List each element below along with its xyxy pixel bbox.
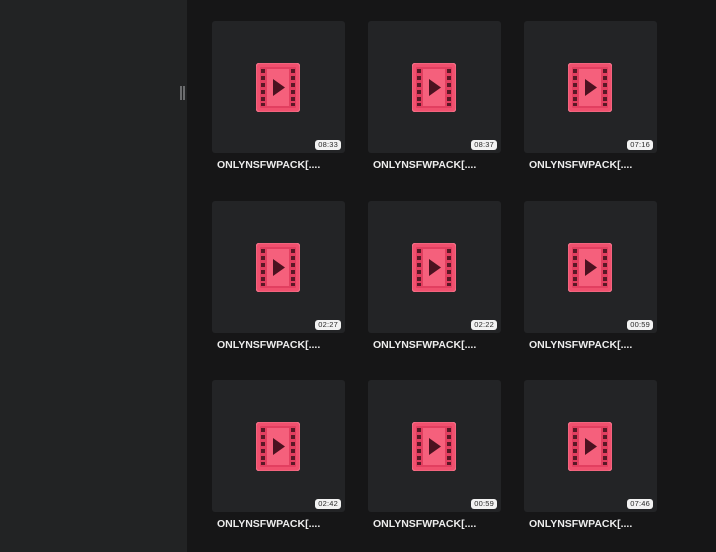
video-file-icon [568, 422, 612, 471]
video-file-icon [412, 422, 456, 471]
duration-badge: 08:33 [315, 140, 341, 150]
video-file-title[interactable]: ONLYNSFWPACK[.... [212, 159, 345, 171]
video-file-title[interactable]: ONLYNSFWPACK[.... [524, 339, 657, 351]
video-file-card[interactable]: 02:22 ONLYNSFWPACK[.... [368, 200, 501, 381]
video-thumbnail[interactable]: 00:59 [524, 200, 657, 333]
video-file-icon [412, 242, 456, 292]
video-file-icon [568, 242, 612, 292]
video-file-icon [256, 242, 300, 292]
video-thumbnail[interactable]: 07:46 [524, 380, 657, 512]
video-file-card[interactable]: 08:33 ONLYNSFWPACK[.... [212, 21, 345, 201]
video-file-title[interactable]: ONLYNSFWPACK[.... [368, 518, 501, 530]
video-file-title[interactable]: ONLYNSFWPACK[.... [212, 339, 345, 351]
duration-badge: 07:16 [627, 140, 653, 150]
video-file-icon [568, 63, 612, 112]
video-thumbnail[interactable]: 02:22 [368, 200, 501, 333]
video-file-card[interactable]: 02:27 ONLYNSFWPACK[.... [212, 200, 345, 381]
video-grid: 08:33 ONLYNSFWPACK[.... 08:37 ONLYNSFWPA… [212, 21, 657, 552]
video-file-card[interactable]: 02:42 ONLYNSFWPACK[.... [212, 380, 345, 552]
file-grid-area: 08:33 ONLYNSFWPACK[.... 08:37 ONLYNSFWPA… [187, 0, 716, 552]
video-thumbnail[interactable]: 02:27 [212, 200, 345, 333]
resize-handle-icon[interactable] [180, 86, 185, 100]
resize-handle-bar-left [180, 86, 182, 100]
video-file-card[interactable]: 07:46 ONLYNSFWPACK[.... [524, 380, 657, 552]
duration-badge: 08:37 [471, 140, 497, 150]
duration-badge: 02:42 [315, 499, 341, 509]
duration-badge: 00:59 [471, 499, 497, 509]
video-file-title[interactable]: ONLYNSFWPACK[.... [524, 518, 657, 530]
video-thumbnail[interactable]: 08:37 [368, 21, 501, 153]
video-file-card[interactable]: 07:16 ONLYNSFWPACK[.... [524, 21, 657, 201]
video-file-card[interactable]: 08:37 ONLYNSFWPACK[.... [368, 21, 501, 201]
video-thumbnail[interactable]: 07:16 [524, 21, 657, 153]
video-file-title[interactable]: ONLYNSFWPACK[.... [212, 518, 345, 530]
duration-badge: 02:22 [471, 319, 497, 330]
video-file-title[interactable]: ONLYNSFWPACK[.... [368, 159, 501, 171]
video-thumbnail[interactable]: 00:59 [368, 380, 501, 512]
video-file-title[interactable]: ONLYNSFWPACK[.... [368, 339, 501, 351]
video-file-icon [256, 422, 300, 471]
video-file-title[interactable]: ONLYNSFWPACK[.... [524, 159, 657, 171]
video-file-icon [412, 63, 456, 112]
sidebar-panel [0, 0, 187, 552]
resize-handle-bar-right [183, 86, 185, 100]
video-file-icon [256, 63, 300, 112]
file-browser-window: 08:33 ONLYNSFWPACK[.... 08:37 ONLYNSFWPA… [0, 0, 716, 552]
video-file-card[interactable]: 00:59 ONLYNSFWPACK[.... [524, 200, 657, 381]
duration-badge: 02:27 [315, 319, 341, 330]
video-file-card[interactable]: 00:59 ONLYNSFWPACK[.... [368, 380, 501, 552]
video-thumbnail[interactable]: 08:33 [212, 21, 345, 153]
video-thumbnail[interactable]: 02:42 [212, 380, 345, 512]
duration-badge: 00:59 [627, 319, 653, 330]
duration-badge: 07:46 [627, 499, 653, 509]
